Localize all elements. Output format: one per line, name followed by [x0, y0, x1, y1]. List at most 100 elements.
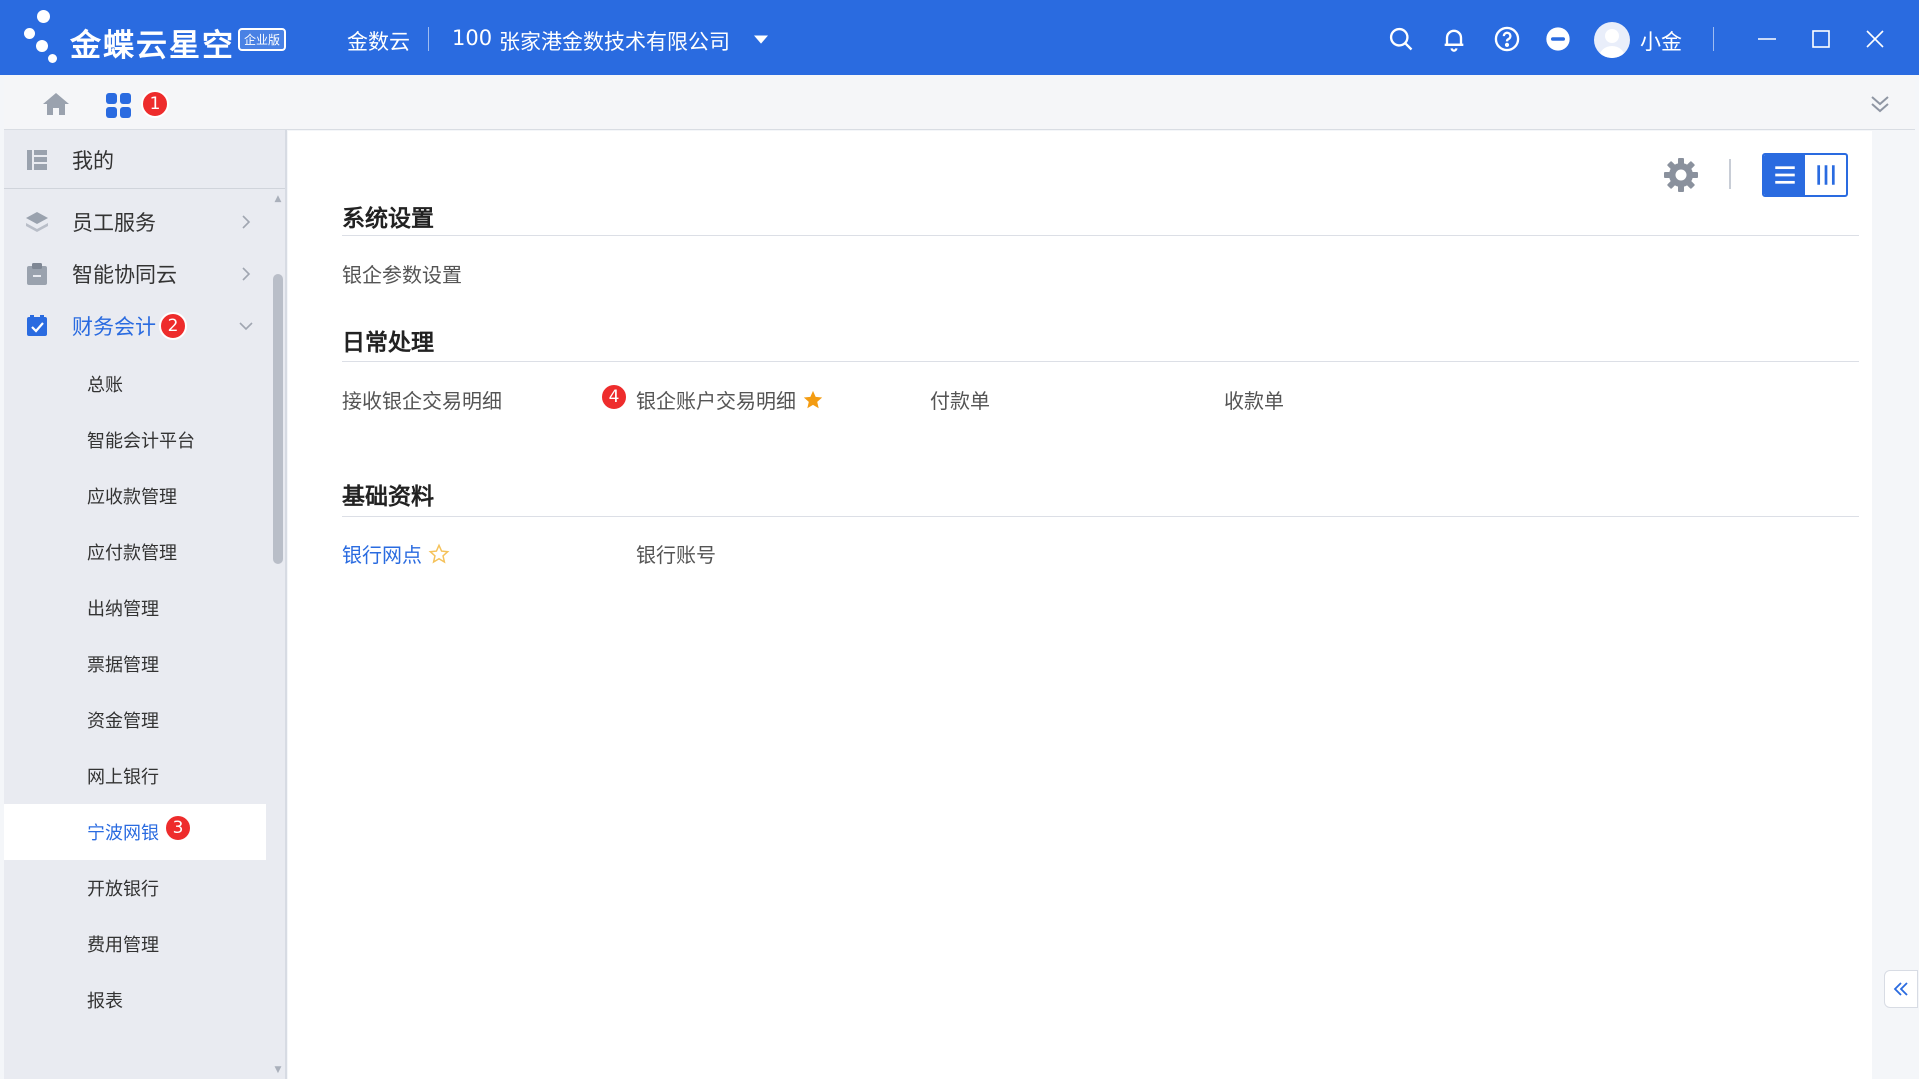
sidebar-item-label: 财务会计 — [72, 315, 156, 339]
sidebar-subitem-label: 总账 — [87, 375, 123, 396]
sidebar-subitem[interactable]: 网上银行 — [4, 748, 266, 804]
function-link[interactable]: 收款单 — [1224, 385, 1284, 414]
toolbar-separator — [1729, 159, 1731, 189]
section-divider — [342, 361, 1859, 362]
sidebar-scrollbar[interactable]: ▲ ▼ — [271, 192, 285, 1079]
cloud-label[interactable]: 金数云 — [347, 26, 410, 56]
org-dropdown-icon[interactable] — [746, 24, 776, 54]
maximize-icon[interactable] — [1804, 22, 1838, 56]
close-icon[interactable] — [1858, 22, 1892, 56]
sidebar-subitem-label: 应付款管理 — [87, 543, 177, 564]
sidebar-subitem[interactable]: 应付款管理 — [4, 524, 266, 580]
scroll-thumb[interactable] — [273, 274, 283, 564]
sidebar-subitem[interactable]: 智能会计平台 — [4, 412, 266, 468]
step-badge: 2 — [159, 312, 187, 340]
sidebar-subitem[interactable]: 报表 — [4, 972, 266, 1028]
sidebar-subitem-label: 智能会计平台 — [87, 431, 195, 452]
finance-icon — [27, 315, 47, 336]
section-divider — [342, 235, 1859, 236]
tab-bar: 1 — [4, 75, 1915, 130]
sidebar-subitem[interactable]: 应收款管理 — [4, 468, 266, 524]
star-filled-icon[interactable] — [802, 389, 824, 411]
search-icon[interactable] — [1386, 24, 1416, 54]
sidebar-item-my[interactable]: 我的 — [4, 130, 266, 190]
sidebar-subitem[interactable]: 票据管理 — [4, 636, 266, 692]
star-outline-icon[interactable] — [428, 542, 450, 565]
function-link-label: 银行网点 — [342, 543, 422, 567]
right-gutter — [1872, 131, 1919, 1079]
scroll-up-icon[interactable]: ▲ — [273, 194, 283, 206]
step-badge: 3 — [164, 814, 192, 842]
sidebar-subitem[interactable]: 出纳管理 — [4, 580, 266, 636]
titlebar-separator — [1713, 27, 1714, 51]
sidebar: 我的 员工服务 智能协同云 财务会计 2 总账 智能会计平台 应收款管理 应付款… — [4, 130, 287, 1079]
brand-name: 金蝶云星空 — [70, 28, 235, 64]
sidebar-subitem-label: 应收款管理 — [87, 487, 177, 508]
section-title: 日常处理 — [342, 330, 434, 356]
column-view-icon[interactable] — [1805, 155, 1846, 195]
chevron-right-icon — [242, 215, 251, 229]
function-link-label: 银行账号 — [636, 543, 716, 567]
sidebar-subitem[interactable]: 开放银行 — [4, 860, 266, 916]
section-divider — [342, 516, 1859, 517]
sidebar-item-label: 智能协同云 — [72, 263, 177, 287]
function-link[interactable]: 银企账户交易明细 — [636, 385, 824, 414]
chevron-double-down-icon[interactable] — [1865, 89, 1895, 119]
sidebar-subitem-label: 费用管理 — [87, 935, 159, 956]
title-bar: 金蝶云星空 企业版 金数云 100 张家港金数技术有限公司 小金 — [0, 0, 1919, 75]
sidebar-subitem-label: 资金管理 — [87, 711, 159, 732]
section-title: 基础资料 — [342, 484, 434, 510]
function-link-label: 付款单 — [930, 389, 990, 413]
sidebar-item-employee-services[interactable]: 员工服务 — [4, 192, 266, 252]
avatar[interactable] — [1594, 22, 1630, 58]
view-toggle[interactable] — [1762, 153, 1848, 197]
function-link[interactable]: 付款单 — [930, 385, 990, 414]
brand-edition: 企业版 — [238, 28, 287, 51]
sidebar-subitem-label: 出纳管理 — [87, 599, 159, 620]
more-icon[interactable] — [1543, 24, 1573, 54]
chevron-double-left-icon[interactable] — [1884, 970, 1918, 1008]
sidebar-subitem[interactable]: 资金管理 — [4, 692, 266, 748]
minimize-icon[interactable] — [1750, 22, 1784, 56]
sidebar-subitem-label: 票据管理 — [87, 655, 159, 676]
gear-icon[interactable] — [1661, 155, 1701, 195]
function-link[interactable]: 银行账号 — [636, 539, 716, 568]
function-link[interactable]: 银行网点 — [342, 539, 450, 568]
section-title: 系统设置 — [342, 206, 434, 232]
app-grid-icon[interactable] — [104, 91, 134, 121]
function-link-label: 收款单 — [1224, 389, 1284, 413]
sidebar-subitem[interactable]: 费用管理 — [4, 916, 266, 972]
sidebar-divider — [4, 188, 285, 189]
home-icon[interactable] — [41, 91, 71, 117]
org-code[interactable]: 100 — [452, 26, 492, 50]
bell-icon[interactable] — [1439, 24, 1469, 54]
function-link[interactable]: 接收银企交易明细 — [342, 385, 502, 414]
main-content: 系统设置 银企参数设置 日常处理 接收银企交易明细 4 银企账户交易明细 付款单… — [288, 131, 1872, 1079]
chevron-down-icon — [239, 322, 253, 331]
function-link-label: 银企参数设置 — [342, 263, 462, 287]
sidebar-subitem[interactable]: 总账 — [4, 356, 266, 412]
function-link-label: 银企账户交易明细 — [636, 389, 796, 413]
step-badge: 4 — [600, 383, 628, 411]
sidebar-item-label: 员工服务 — [72, 211, 156, 235]
sidebar-item-label: 我的 — [72, 149, 114, 173]
sidebar-subitem-label: 宁波网银 — [87, 823, 159, 844]
sidebar-subitem-label: 开放银行 — [87, 879, 159, 900]
my-icon — [27, 150, 47, 170]
function-link-label: 接收银企交易明细 — [342, 389, 502, 413]
layers-icon — [26, 212, 48, 232]
sidebar-item-finance-accounting[interactable]: 财务会计 2 — [4, 296, 266, 356]
user-name[interactable]: 小金 — [1640, 26, 1682, 56]
titlebar-separator — [428, 27, 429, 51]
chevron-right-icon — [242, 267, 251, 281]
sidebar-subitem-active[interactable]: 宁波网银 3 — [4, 804, 266, 860]
function-link[interactable]: 银企参数设置 — [342, 259, 462, 288]
list-view-icon[interactable] — [1764, 155, 1805, 195]
step-badge: 1 — [141, 90, 169, 118]
logo-dots-icon — [22, 8, 72, 68]
sidebar-subitem-label: 报表 — [87, 991, 123, 1012]
org-name[interactable]: 张家港金数技术有限公司 — [499, 26, 730, 56]
sidebar-item-smart-collab-cloud[interactable]: 智能协同云 — [4, 244, 266, 304]
scroll-down-icon[interactable]: ▼ — [273, 1065, 283, 1077]
help-icon[interactable] — [1492, 24, 1522, 54]
